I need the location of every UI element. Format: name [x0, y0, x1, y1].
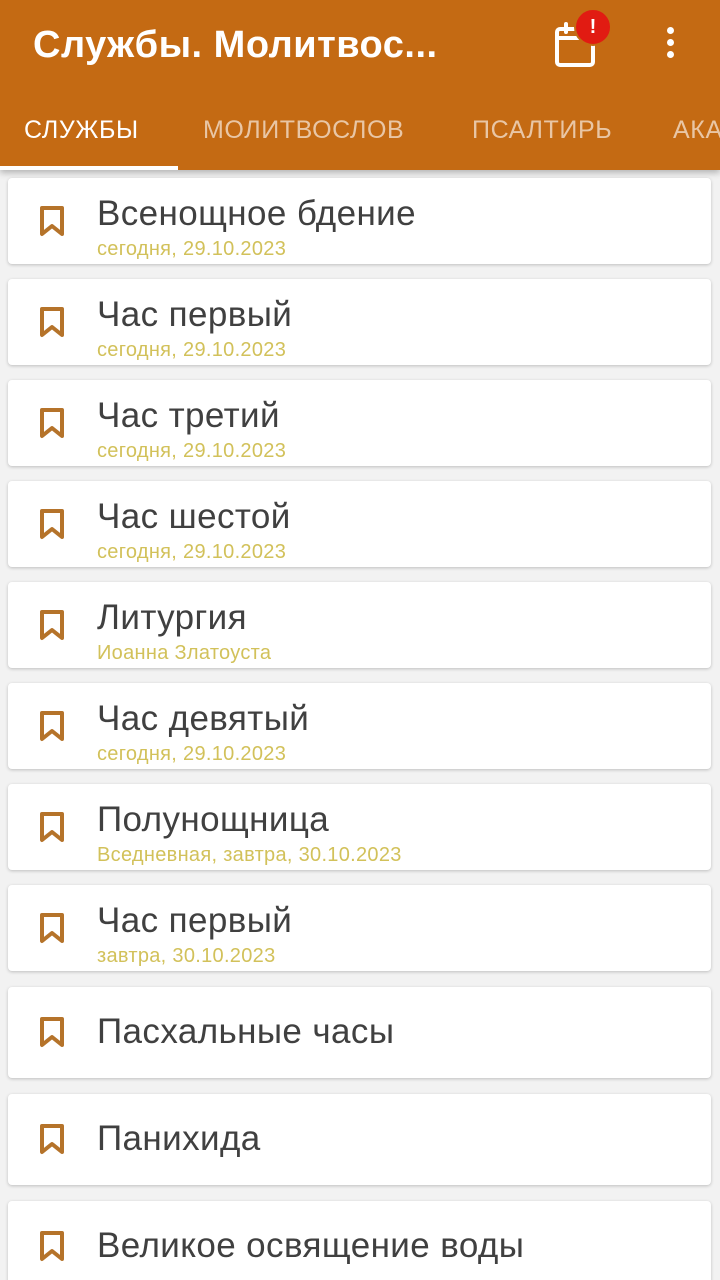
bookmark-icon[interactable] — [38, 508, 66, 540]
app-bar: Службы. Молитвос... ! СЛУЖБЫ МОЛИТВОСЛОВ… — [0, 0, 720, 170]
bookmark-icon[interactable] — [38, 912, 66, 944]
bookmark-icon[interactable] — [38, 407, 66, 439]
bookmark-icon[interactable] — [38, 811, 66, 843]
services-list[interactable]: Всенощное бдение сегодня, 29.10.2023 Час… — [0, 170, 720, 1280]
service-title: Час первый — [97, 295, 293, 334]
service-title: Литургия — [97, 598, 247, 637]
bookmark-icon[interactable] — [38, 1230, 66, 1262]
tab-akathists[interactable]: АКА — [673, 92, 720, 170]
bookmark-icon[interactable] — [38, 306, 66, 338]
service-title: Час девятый — [97, 699, 310, 738]
service-item[interactable]: Великое освящение воды — [8, 1201, 711, 1280]
tab-prayer-book[interactable]: МОЛИТВОСЛОВ — [203, 92, 404, 170]
service-title: Пасхальные часы — [97, 1012, 395, 1051]
service-subtitle: сегодня, 29.10.2023 — [97, 743, 287, 765]
service-title: Панихида — [97, 1119, 261, 1158]
service-title: Великое освящение воды — [97, 1226, 525, 1265]
bookmark-icon[interactable] — [38, 609, 66, 641]
service-item[interactable]: Полунощница Вседневная, завтра, 30.10.20… — [8, 784, 711, 870]
service-item[interactable]: Литургия Иоанна Златоуста — [8, 582, 711, 668]
more-vert-icon — [667, 27, 674, 34]
service-item[interactable]: Час шестой сегодня, 29.10.2023 — [8, 481, 711, 567]
calendar-button[interactable]: ! — [548, 8, 612, 70]
service-subtitle: завтра, 30.10.2023 — [97, 945, 276, 967]
service-item[interactable]: Час девятый сегодня, 29.10.2023 — [8, 683, 711, 769]
more-options-button[interactable] — [650, 20, 690, 64]
tab-services[interactable]: СЛУЖБЫ — [24, 92, 139, 170]
more-vert-icon-dot — [667, 39, 674, 46]
service-title: Час третий — [97, 396, 280, 435]
service-subtitle: Иоанна Златоуста — [97, 642, 272, 664]
bookmark-icon[interactable] — [38, 205, 66, 237]
service-title: Час шестой — [97, 497, 291, 536]
service-title: Полунощница — [97, 800, 330, 839]
service-subtitle: сегодня, 29.10.2023 — [97, 440, 287, 462]
service-item[interactable]: Пасхальные часы — [8, 987, 711, 1078]
service-subtitle: сегодня, 29.10.2023 — [97, 339, 287, 361]
bookmark-icon[interactable] — [38, 1123, 66, 1155]
service-item[interactable]: Час первый завтра, 30.10.2023 — [8, 885, 711, 971]
service-subtitle: сегодня, 29.10.2023 — [97, 238, 287, 260]
bookmark-icon[interactable] — [38, 710, 66, 742]
service-subtitle: сегодня, 29.10.2023 — [97, 541, 287, 563]
tab-bar: СЛУЖБЫ МОЛИТВОСЛОВ ПСАЛТИРЬ АКА — [0, 92, 720, 170]
service-item[interactable]: Час третий сегодня, 29.10.2023 — [8, 380, 711, 466]
service-item[interactable]: Час первый сегодня, 29.10.2023 — [8, 279, 711, 365]
app-title: Службы. Молитвос... — [33, 24, 438, 66]
notification-badge: ! — [574, 8, 612, 46]
service-item[interactable]: Панихида — [8, 1094, 711, 1185]
service-title: Час первый — [97, 901, 293, 940]
tab-psalter[interactable]: ПСАЛТИРЬ — [472, 92, 612, 170]
bookmark-icon[interactable] — [38, 1016, 66, 1048]
service-subtitle: Вседневная, завтра, 30.10.2023 — [97, 844, 402, 866]
service-item[interactable]: Всенощное бдение сегодня, 29.10.2023 — [8, 178, 711, 264]
more-vert-icon-dot — [667, 51, 674, 58]
service-title: Всенощное бдение — [97, 194, 416, 233]
